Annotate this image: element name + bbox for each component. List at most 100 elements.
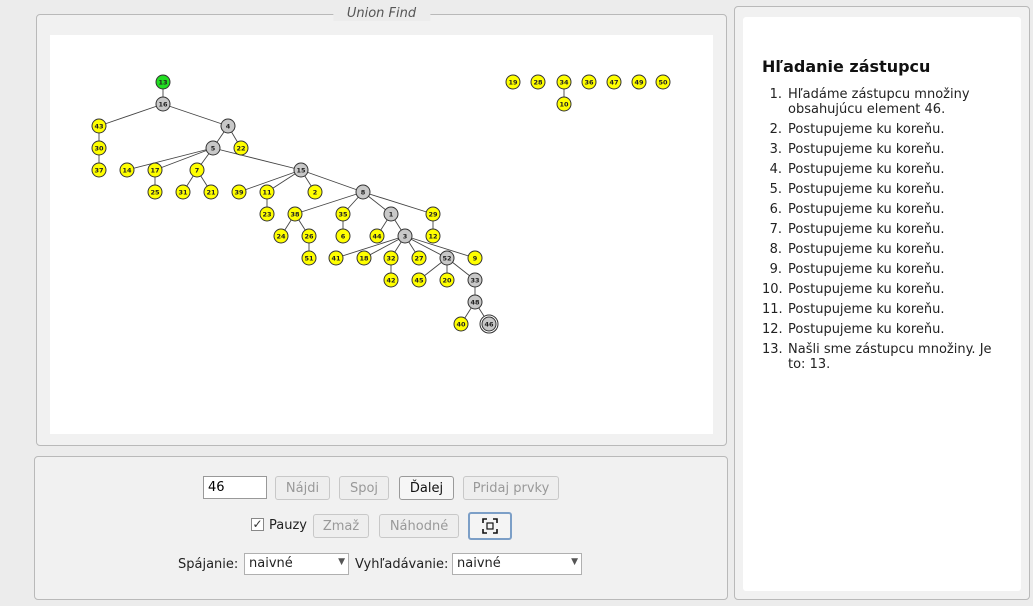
step-text: Postupujeme ku koreňu. (788, 222, 945, 237)
node-22[interactable]: 22 (233, 140, 249, 156)
node-44[interactable]: 44 (369, 228, 385, 244)
node-51[interactable]: 51 (301, 250, 317, 266)
node-17[interactable]: 17 (147, 162, 163, 178)
step-number: 10. (762, 282, 783, 297)
pauses-checkbox[interactable]: ✓ (251, 518, 264, 531)
node-11[interactable]: 11 (259, 184, 275, 200)
step-text: Postupujeme ku koreňu. (788, 262, 945, 277)
node-9[interactable]: 9 (467, 250, 483, 266)
delete-button[interactable]: Zmaž (313, 514, 369, 538)
node-48[interactable]: 48 (467, 294, 483, 310)
graph-panel: Union Find 13 16 43 4 30 37 5 22 14 17 7 25 31 21 15 39… (36, 6, 727, 446)
node-7[interactable]: 7 (189, 162, 205, 178)
node-label: 27 (414, 254, 423, 262)
node-23[interactable]: 23 (259, 206, 275, 222)
node-52[interactable]: 52 (439, 250, 455, 266)
step-number: 2. (769, 122, 782, 137)
node-25[interactable]: 25 (147, 184, 163, 200)
step-number: 4. (769, 162, 782, 177)
node-label: 47 (609, 78, 618, 86)
node-label: 37 (94, 166, 103, 174)
find-mode-select[interactable]: naivné ▼ (452, 553, 582, 575)
node-43[interactable]: 43 (91, 118, 107, 134)
fit-view-button[interactable] (468, 512, 512, 540)
node-28[interactable]: 28 (530, 74, 546, 90)
node-33[interactable]: 33 (467, 272, 483, 288)
node-49[interactable]: 49 (631, 74, 647, 90)
node-24[interactable]: 24 (273, 228, 289, 244)
node-14[interactable]: 14 (119, 162, 135, 178)
node-41[interactable]: 41 (328, 250, 344, 266)
node-label: 36 (584, 78, 594, 86)
node-35[interactable]: 35 (335, 206, 351, 222)
node-32[interactable]: 32 (383, 250, 399, 266)
node-26[interactable]: 26 (301, 228, 317, 244)
step-item: 5. Postupujeme ku koreňu. (762, 182, 1007, 197)
node-label: 52 (442, 254, 451, 262)
union-mode-select[interactable]: naivné ▼ (244, 553, 349, 575)
node-8[interactable]: 8 (355, 184, 371, 200)
node-3[interactable]: 3 (397, 228, 413, 244)
node-6[interactable]: 6 (335, 228, 351, 244)
random-button[interactable]: Náhodné (379, 514, 459, 538)
node-5[interactable]: 5 (205, 140, 221, 156)
node-label: 14 (122, 166, 132, 174)
node-38[interactable]: 38 (287, 206, 303, 222)
node-19[interactable]: 19 (505, 74, 521, 90)
node-21[interactable]: 21 (203, 184, 219, 200)
step-item: 10. Postupujeme ku koreňu. (762, 282, 1007, 297)
add-elements-button[interactable]: Pridaj prvky (463, 476, 559, 500)
node-47[interactable]: 47 (606, 74, 622, 90)
union-mode-label: Spájanie: (178, 557, 239, 572)
node-31[interactable]: 31 (175, 184, 191, 200)
node-15[interactable]: 15 (293, 162, 309, 178)
union-button[interactable]: Spoj (339, 476, 389, 500)
node-37[interactable]: 37 (91, 162, 107, 178)
node-50[interactable]: 50 (655, 74, 671, 90)
node-16[interactable]: 16 (155, 96, 171, 112)
next-button[interactable]: Ďalej (399, 476, 454, 500)
node-label: 35 (338, 210, 348, 218)
steps-list: 1. Hľadáme zástupcu množiny obsahujúcu el… (762, 87, 1007, 377)
element-input[interactable] (203, 476, 267, 499)
step-number: 5. (769, 182, 782, 197)
node-39[interactable]: 39 (231, 184, 247, 200)
node-36[interactable]: 36 (581, 74, 597, 90)
node-29[interactable]: 29 (425, 206, 441, 222)
node-label: 2 (313, 188, 318, 196)
node-34[interactable]: 34 (556, 74, 572, 90)
union-find-forest: 131643 430375 2214 17 725 31 211539 11 223838 35 1… (91, 74, 671, 334)
graph-canvas[interactable]: 13 16 43 4 30 37 5 22 14 17 7 25 31 21 15 39 11 2 23 8 38 35 1… (50, 35, 713, 434)
node-45[interactable]: 45 (411, 272, 427, 288)
node-label: 6 (341, 232, 346, 240)
node-label: 32 (386, 254, 395, 262)
node-18[interactable]: 18 (356, 250, 372, 266)
find-button[interactable]: Nájdi (275, 476, 330, 500)
node-4[interactable]: 4 (220, 118, 236, 134)
node-label: 9 (473, 254, 478, 262)
node-20[interactable]: 20 (439, 272, 455, 288)
node-label: 1 (389, 210, 394, 218)
node-40[interactable]: 40 (453, 316, 469, 332)
node-27[interactable]: 27 (411, 250, 427, 266)
step-text: Postupujeme ku koreňu. (788, 182, 945, 197)
node-label: 3 (403, 232, 408, 240)
node-42[interactable]: 42 (383, 272, 399, 288)
node-13[interactable]: 13 (155, 74, 171, 90)
node-12[interactable]: 12 (425, 228, 441, 244)
node-label: 41 (331, 254, 341, 262)
step-item: 13. Našli sme zástupcu množiny. Je to: 13… (762, 342, 1007, 372)
node-2[interactable]: 2 (307, 184, 323, 200)
step-item: 4. Postupujeme ku koreňu. (762, 162, 1007, 177)
node-label: 42 (386, 276, 395, 284)
node-10[interactable]: 10 (556, 96, 572, 112)
node-label: 49 (634, 78, 644, 86)
node-1[interactable]: 1 (383, 206, 399, 222)
step-number: 1. (769, 87, 782, 102)
step-number: 13. (762, 342, 783, 357)
step-text: Postupujeme ku koreňu. (788, 302, 945, 317)
node-label: 22 (236, 144, 245, 152)
node-46[interactable]: 46 (479, 314, 499, 334)
node-30[interactable]: 30 (91, 140, 107, 156)
node-label: 40 (456, 320, 466, 328)
